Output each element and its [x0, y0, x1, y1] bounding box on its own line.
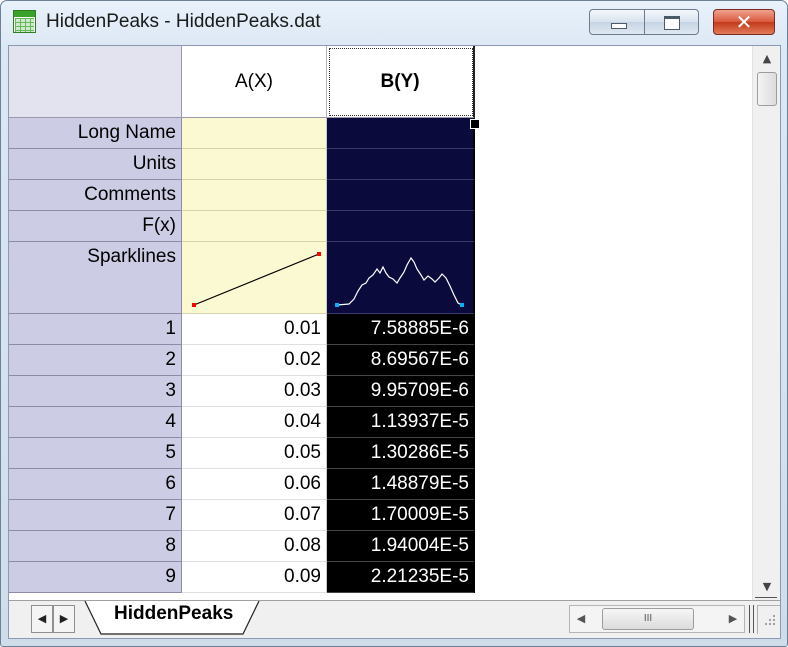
vertical-scrollbar[interactable]: ▲ ▼ — [752, 46, 780, 600]
vertical-scroll-thumb[interactable] — [757, 72, 777, 106]
cell-a-fx[interactable] — [182, 211, 327, 242]
row-header[interactable]: 2 — [9, 345, 182, 376]
row-header[interactable]: 6 — [9, 469, 182, 500]
cell-b[interactable]: 1.48879E-5 — [327, 469, 475, 500]
cell-a[interactable]: 0.07 — [182, 500, 327, 531]
row-header-sparklines[interactable]: Sparklines — [9, 242, 182, 314]
row-header-long-name[interactable]: Long Name — [9, 118, 182, 149]
sheet-tab-label[interactable]: HiddenPeaks — [114, 603, 233, 625]
horizontal-scrollbar[interactable]: ◀ III ▶ — [569, 605, 745, 633]
cell-a[interactable]: 0.04 — [182, 407, 327, 438]
sparkline-a[interactable] — [182, 242, 327, 314]
row-header[interactable]: 5 — [9, 438, 182, 469]
cell-a[interactable]: 0.08 — [182, 531, 327, 562]
scroll-up-icon[interactable]: ▲ — [753, 46, 780, 72]
worksheet-grid[interactable]: A(X) B(Y) Long Name Units Comments F(x) … — [8, 45, 781, 639]
cell-a[interactable]: 0.01 — [182, 314, 327, 345]
maximize-icon — [664, 16, 680, 30]
cell-b[interactable]: 8.69567E-6 — [327, 345, 475, 376]
row-header[interactable]: 3 — [9, 376, 182, 407]
sparkline-a-end-point — [317, 252, 321, 256]
resize-grip-icon[interactable] — [757, 605, 780, 634]
minimize-button[interactable] — [589, 9, 645, 35]
cell-b[interactable]: 2.21235E-5 — [327, 562, 475, 593]
sparkline-b-start-point — [335, 303, 339, 307]
sparkline-b-graph — [335, 256, 464, 307]
select-all-corner[interactable] — [9, 46, 182, 118]
horizontal-scroll-thumb[interactable]: III — [602, 608, 694, 630]
sparkline-b-line — [336, 256, 463, 306]
cell-a[interactable]: 0.05 — [182, 438, 327, 469]
cell-a-units[interactable] — [182, 149, 327, 180]
column-header-a[interactable]: A(X) — [182, 46, 327, 118]
cell-a[interactable]: 0.06 — [182, 469, 327, 500]
row-header[interactable]: 8 — [9, 531, 182, 562]
sparkline-a-line — [193, 253, 320, 306]
cell-b[interactable]: 1.70009E-5 — [327, 500, 475, 531]
cell-b-comments[interactable] — [327, 180, 475, 211]
cell-b[interactable]: 1.30286E-5 — [327, 438, 475, 469]
column-header-b[interactable]: B(Y) — [327, 46, 475, 118]
cell-a[interactable]: 0.09 — [182, 562, 327, 593]
selection-resize-handle[interactable] — [470, 119, 480, 129]
cell-a[interactable]: 0.03 — [182, 376, 327, 407]
sparkline-b-end-point — [460, 303, 464, 307]
horizontal-split-handle[interactable] — [749, 605, 754, 633]
window-title: HiddenPeaks - HiddenPeaks.dat — [46, 11, 321, 32]
cell-b-fx[interactable] — [327, 211, 475, 242]
scroll-left-icon[interactable]: ◀ — [570, 606, 592, 632]
sparkline-b[interactable] — [327, 242, 475, 314]
worksheet-window: HiddenPeaks - HiddenPeaks.dat ✕ A(X) B(Y… — [0, 0, 788, 647]
row-header[interactable]: 4 — [9, 407, 182, 438]
close-icon: ✕ — [735, 10, 753, 34]
cell-b[interactable]: 7.58885E-6 — [327, 314, 475, 345]
cell-a-comments[interactable] — [182, 180, 327, 211]
sparkline-a-start-point — [192, 303, 196, 307]
row-header-fx[interactable]: F(x) — [9, 211, 182, 242]
row-header-units[interactable]: Units — [9, 149, 182, 180]
cell-a-long-name[interactable] — [182, 118, 327, 149]
cell-b[interactable]: 9.95709E-6 — [327, 376, 475, 407]
worksheet-icon[interactable] — [13, 10, 36, 33]
sparkline-a-graph — [192, 252, 321, 307]
cell-b[interactable]: 1.94004E-5 — [327, 531, 475, 562]
cell-b-long-name[interactable] — [327, 118, 475, 149]
row-header[interactable]: 1 — [9, 314, 182, 345]
row-header-comments[interactable]: Comments — [9, 180, 182, 211]
row-header[interactable]: 9 — [9, 562, 182, 593]
prev-sheet-icon[interactable]: ◀ — [31, 605, 53, 633]
scroll-right-icon[interactable]: ▶ — [722, 606, 744, 632]
cell-b[interactable]: 1.13937E-5 — [327, 407, 475, 438]
cell-b-units[interactable] — [327, 149, 475, 180]
close-button[interactable]: ✕ — [713, 9, 775, 35]
cell-a[interactable]: 0.02 — [182, 345, 327, 376]
maximize-button[interactable] — [644, 9, 699, 35]
title-bar[interactable]: HiddenPeaks - HiddenPeaks.dat ✕ — [1, 1, 787, 45]
row-header[interactable]: 7 — [9, 500, 182, 531]
next-sheet-icon[interactable]: ▶ — [53, 605, 75, 633]
minimize-icon — [611, 23, 627, 29]
